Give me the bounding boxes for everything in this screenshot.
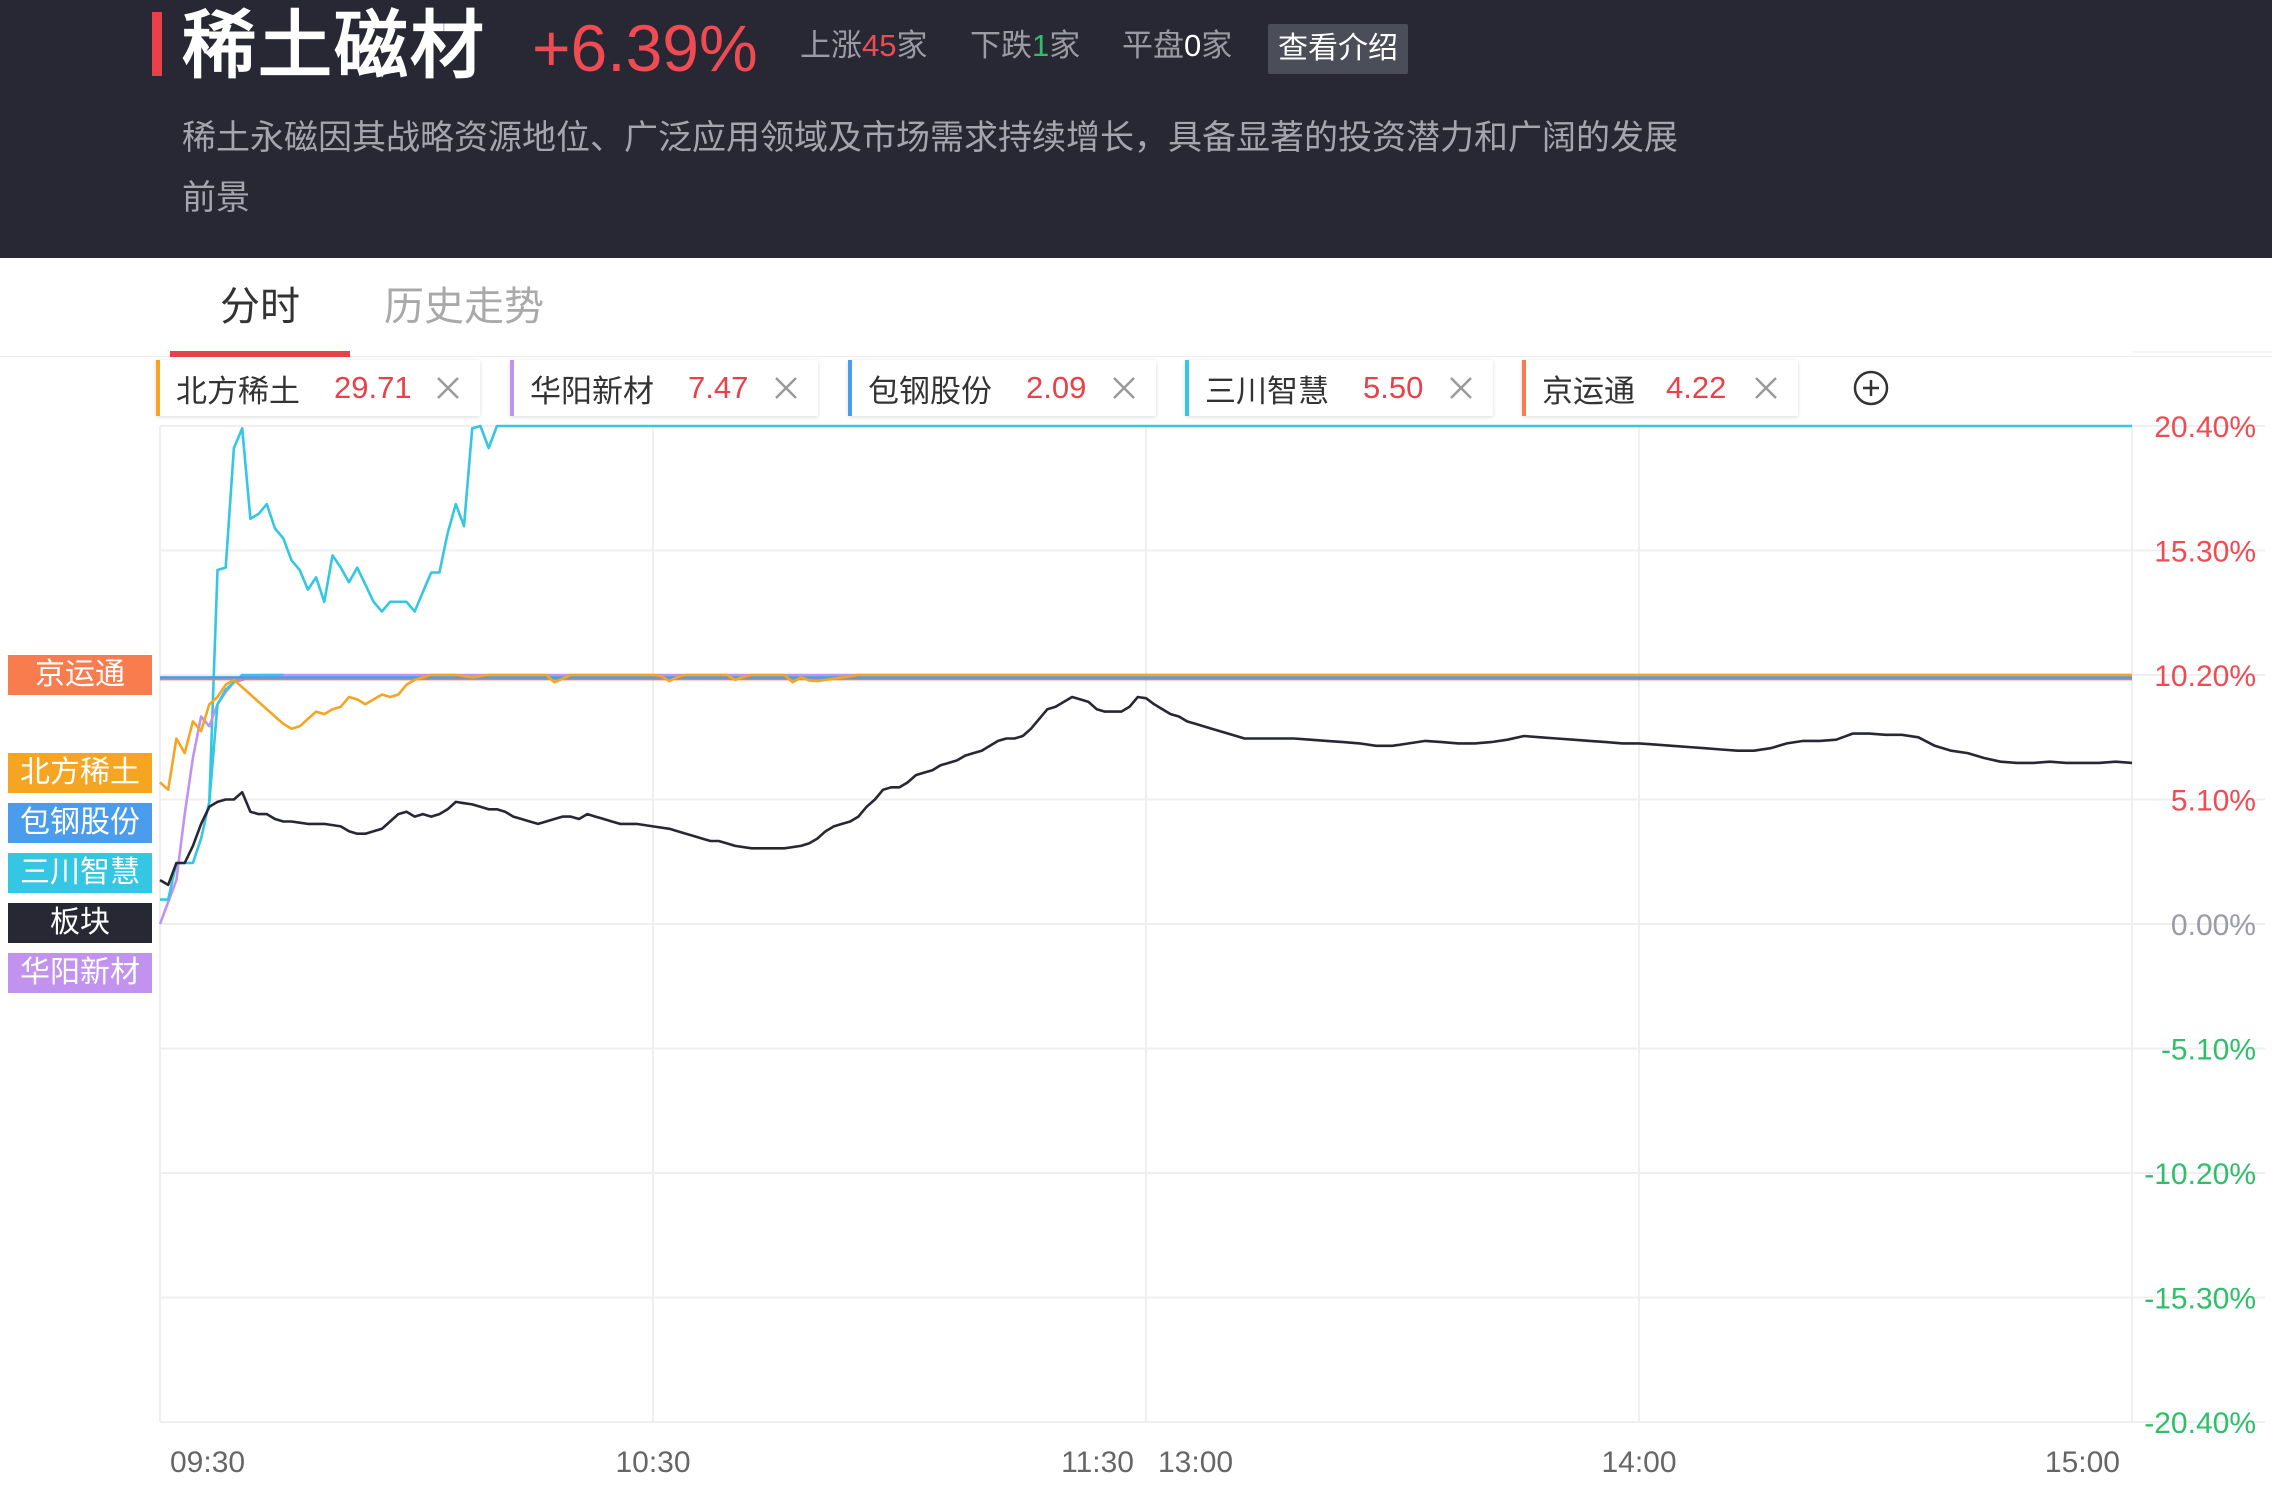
- x-tick-label: 14:00: [1601, 1446, 1676, 1479]
- y-tick-label: 5.10%: [2171, 785, 2256, 818]
- y-tick-label: -20.40%: [2144, 1407, 2256, 1440]
- y-tick-label: 20.40%: [2154, 411, 2256, 444]
- x-tick-label: 09:30: [170, 1446, 245, 1479]
- x-tick-label: 13:00: [1158, 1446, 1233, 1479]
- y-tick-label: 10.20%: [2154, 660, 2256, 693]
- y-tick-label: -15.30%: [2144, 1283, 2256, 1316]
- y-tick-label: 0.00%: [2171, 909, 2256, 942]
- line-label-board: 板块: [8, 903, 152, 943]
- series-line-sanchuan-high: [208, 424, 2132, 802]
- line-label-beifang: 北方稀土: [8, 753, 152, 793]
- x-tick-label: 10:30: [615, 1446, 690, 1479]
- x-tick-label: 15:00: [2045, 1446, 2120, 1479]
- intraday-chart: 20.40% 15.30% 10.20% 5.10% 0.00% -5.10% -10.20…: [158, 351, 2272, 1479]
- y-tick-label: -10.20%: [2144, 1158, 2256, 1191]
- line-label-baogang: 包钢股份: [8, 803, 152, 843]
- y-tick-label: 15.30%: [2154, 536, 2256, 569]
- line-label-jingyuntong: 京运通: [8, 655, 152, 695]
- y-tick-label: -5.10%: [2161, 1034, 2256, 1067]
- line-label-sanchuan: 三川智慧: [8, 853, 152, 893]
- line-label-huayang: 华阳新材: [8, 953, 152, 993]
- x-tick-label: 11:30: [1061, 1446, 1134, 1479]
